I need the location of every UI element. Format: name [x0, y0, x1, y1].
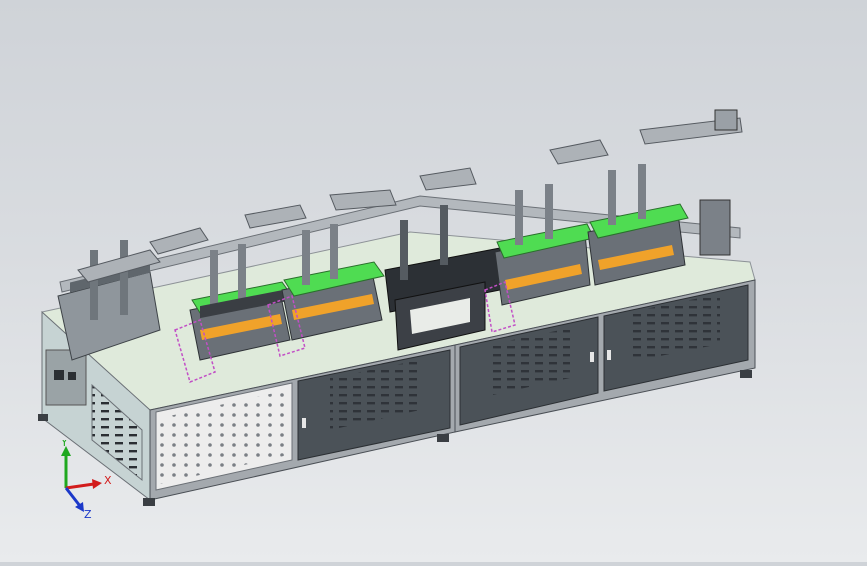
- central-transfer-unit[interactable]: [384, 205, 501, 351]
- axis-triad: Y X Z: [60, 440, 112, 520]
- x-axis-line: [65, 482, 95, 490]
- machine-3d-model[interactable]: [0, 0, 867, 562]
- x-axis-label: X: [104, 474, 112, 487]
- press-station-4[interactable]: [587, 164, 689, 286]
- control-box: [45, 349, 87, 406]
- cad-viewport[interactable]: Y X Z: [0, 0, 867, 562]
- z-axis-line: [64, 487, 82, 507]
- z-axis-label: Z: [84, 508, 92, 520]
- door-handle[interactable]: [607, 350, 611, 360]
- door-handle[interactable]: [302, 418, 306, 428]
- x-axis-arrow: [92, 479, 102, 489]
- y-axis-label: Y: [60, 440, 68, 449]
- door-handle[interactable]: [590, 352, 594, 362]
